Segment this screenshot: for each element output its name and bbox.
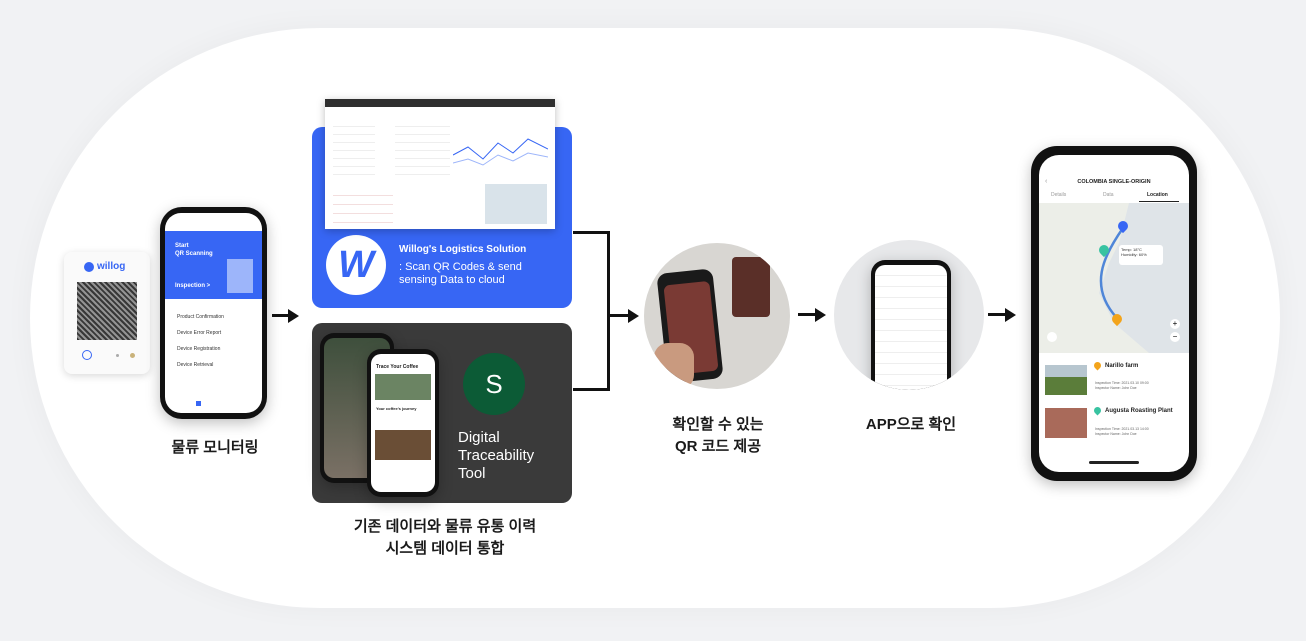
trace-phone-sub: Your coffee's journey [376,406,417,411]
arrow-4-head [1005,308,1016,322]
trace-phone-photo-2 [375,430,431,460]
app-phone-screen [875,265,947,390]
back-chevron-icon[interactable]: ‹ [1045,178,1047,185]
qr-photo-circle [644,243,790,389]
tab-underline [1139,201,1179,202]
dashboard-screenshot [325,99,555,229]
starbucks-s-logo-icon: S [463,353,525,415]
inspection-button[interactable]: Inspection > [175,283,210,289]
place-name-farm: Narillo farm [1105,363,1139,369]
caption-integration-line2: 시스템 데이터 통합 [385,540,505,557]
trace-title-3: Tool [458,465,486,482]
app-circle [834,240,984,390]
place-name-plant: Augusta Roasting Plant [1105,408,1173,414]
dashboard-table [333,119,375,179]
place-inspector-farm: Inspector Name: John Doe [1095,386,1137,390]
legend-humidity: Humidity: 60% [1121,252,1147,257]
farm-pin-icon [1092,360,1103,371]
trace-title-1: Digital [458,429,500,446]
arrow-3-line [798,313,816,316]
menu-item-product[interactable]: Product Confirmation [177,314,224,320]
device-button-icon [82,350,92,360]
scan-graphic-icon [227,259,253,293]
place-inspector-plant: Inspector Name: John Doe [1095,432,1137,436]
willog-brand: willog [97,261,126,272]
willog-w-logo-icon: W [326,235,386,295]
route-map-svg [1039,203,1149,353]
arrow-2-head [628,309,639,323]
zoom-in-icon[interactable]: + [1170,319,1180,329]
menu-item-retrieval[interactable]: Device Retrieval [177,362,213,368]
device-dot-icon [116,354,119,357]
home-tab-icon[interactable] [196,401,201,406]
dashboard-alert-list [333,187,393,223]
willog-logo-icon [84,262,94,272]
tab-details[interactable]: Details [1051,192,1066,198]
willog-card-title: Willog's Logistics Solution [399,244,527,255]
caption-app: APP으로 확인 [865,416,957,433]
place-photo-plant [1045,408,1087,438]
caption-integration: 기존 데이터와 물류 유통 이력 시스템 데이터 통합 [330,516,560,560]
arrow-4-line [988,313,1006,316]
connector-vertical [607,231,610,391]
caption-qr-line1: 확인할 수 있는 [672,416,764,433]
place-photo-farm [1045,365,1087,395]
banner-title-start: Start [175,243,189,249]
locate-icon[interactable] [1047,332,1057,342]
cup-back [732,257,770,317]
trace-phone-photo [375,374,431,400]
hand [654,343,694,389]
trace-phone-title: Trace Your Coffee [376,364,419,370]
monitoring-phone: Start QR Scanning Inspection > Product C… [160,207,267,419]
tab-location[interactable]: Location [1147,192,1168,198]
trace-phone-front: Trace Your Coffee Your coffee's journey [367,349,439,497]
menu-item-registration[interactable]: Device Registration [177,346,220,352]
caption-qr-line2: QR 코드 제공 [674,438,762,455]
sensor-legend: Temp: 18°C Humidity: 60% [1119,245,1163,265]
caption-logistics-monitoring: 물류 모니터링 [171,439,259,456]
plant-pin-icon [1092,405,1103,416]
scan-banner: Start QR Scanning Inspection > [165,231,262,299]
place-time-plant: Inspection Time: 2021.03.13 14:00 [1095,427,1149,431]
origin-title: COLOMBIA SINGLE-ORIGIN [1077,179,1151,185]
banner-title-scan: QR Scanning [175,251,213,257]
dashboard-line-chart [453,138,548,166]
menu-item-error[interactable]: Device Error Report [177,330,221,336]
caption-integration-line1: 기존 데이터와 물류 유통 이력 [353,518,537,535]
arrow-2-line [607,314,629,317]
origin-phone: COLOMBIA SINGLE-ORIGIN ‹ Details Data Lo… [1031,146,1197,481]
dashboard-table-2 [395,119,450,179]
route-map: Temp: 18°C Humidity: 60% + − [1039,203,1189,353]
home-indicator [1089,461,1139,464]
willog-card-desc: : Scan QR Codes & send sensing Data to c… [399,261,522,286]
dashboard-map [485,184,547,224]
zoom-out-icon[interactable]: − [1170,332,1180,342]
caption-qr: 확인할 수 있는 QR 코드 제공 [655,414,781,458]
app-phone [871,260,951,390]
arrow-1-head [288,309,299,323]
origin-phone-screen: COLOMBIA SINGLE-ORIGIN ‹ Details Data Lo… [1039,155,1189,472]
monitoring-phone-screen: Start QR Scanning Inspection > Product C… [165,213,262,413]
dashboard-titlebar [325,99,555,107]
land-shape [1039,203,1149,353]
connector-top [573,231,609,234]
qr-code-icon [77,282,137,340]
trace-phone-front-screen: Trace Your Coffee Your coffee's journey [371,354,435,492]
device-led-icon [130,353,135,358]
trace-title-2: Traceability [458,447,535,464]
tab-data[interactable]: Data [1103,192,1114,198]
place-time-farm: Inspection Time: 2021.03.10 09:00 [1095,381,1149,385]
willog-device: willog [64,252,150,374]
arrow-3-head [815,308,826,322]
connector-bottom [573,388,609,391]
